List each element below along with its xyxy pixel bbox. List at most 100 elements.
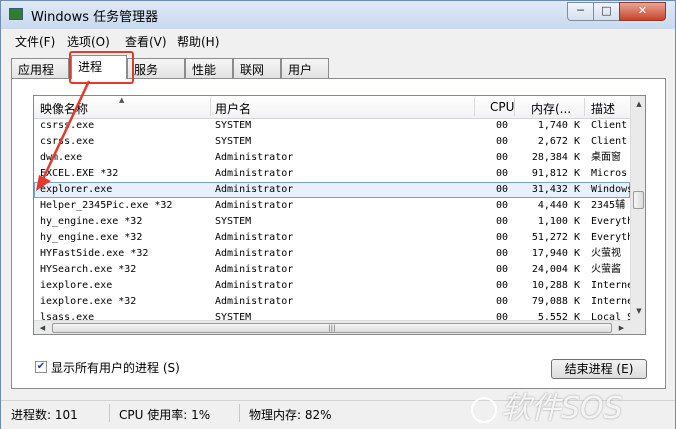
process-description: Interne (591, 280, 630, 291)
vertical-scroll-thumb[interactable] (633, 191, 644, 209)
scroll-down-icon[interactable]: ▼ (632, 304, 645, 319)
process-memory: 79,088 K (531, 296, 580, 307)
process-row[interactable]: hy_engine.exe *32 SYSTEM 00 1,100 K Everyth (34, 214, 630, 230)
process-cpu: 00 (495, 152, 508, 163)
sort-ascending-icon: ▲ (119, 96, 125, 104)
scroll-corner (630, 320, 645, 334)
process-row[interactable]: EXCEL.EXE *32 Administrator 00 91,812 K Micr… (34, 166, 630, 182)
watermark-logo-icon (471, 396, 497, 423)
process-user: Administrator (215, 232, 294, 243)
process-row[interactable]: Helper_2345Pic.exe *32 Administrator 00 4,4… (34, 198, 630, 214)
process-user: SYSTEM (215, 216, 252, 227)
process-description: Windows (591, 184, 630, 195)
show-all-users-label[interactable]: 显示所有用户的进程 (S) (51, 359, 180, 376)
process-row[interactable]: hy_engine.exe *32 Administrator 00 51,272 K… (34, 230, 630, 246)
process-name: iexplore.exe *32 (40, 296, 137, 307)
process-row[interactable]: HYFastSide.exe *32 Administrator 00 17,940 … (34, 246, 630, 262)
column-divider[interactable] (210, 98, 211, 116)
process-user: Administrator (215, 168, 294, 179)
process-cpu: 00 (495, 296, 508, 307)
process-list: ▲ 映像名称 用户名 CPU 内存(... 描述 csrss.exeSYSTEM… (33, 95, 646, 335)
process-user: Administrator (215, 280, 294, 291)
close-button[interactable]: ✕ (619, 2, 666, 21)
task-manager-icon (9, 8, 23, 20)
menu-file[interactable]: 文件(F) (15, 33, 55, 50)
process-cpu: 00 (495, 248, 508, 259)
process-user: SYSTEM (215, 120, 252, 131)
scroll-up-icon[interactable]: ▲ (632, 97, 645, 112)
process-memory: 1,740 K (537, 120, 580, 131)
watermark: 软件SOS (471, 383, 671, 426)
process-name: hy_engine.exe *32 (40, 216, 143, 227)
task-manager-window: Windows 任务管理器 ─ □ ✕ 文件(F) 选项(O) 查看(V) 帮助… (0, 0, 676, 429)
process-description: Everyth (591, 232, 630, 243)
process-cpu: 00 (495, 264, 508, 275)
column-divider[interactable] (514, 98, 515, 116)
maximize-button[interactable]: □ (593, 2, 620, 21)
process-cpu: 00 (495, 232, 508, 243)
column-cpu[interactable]: CPU (490, 100, 514, 114)
process-cpu: 00 (495, 280, 508, 291)
menu-bar: 文件(F) 选项(O) 查看(V) 帮助(H) (1, 29, 675, 51)
end-process-button[interactable]: 结束进程 (E) (551, 359, 647, 379)
scroll-right-icon[interactable]: ▶ (614, 321, 629, 334)
process-cpu: 00 (495, 216, 508, 227)
status-physical-memory: 物理内存: 82% (249, 408, 332, 422)
status-divider (109, 404, 110, 422)
tab-networking[interactable]: 联网 (233, 58, 281, 78)
column-memory[interactable]: 内存(... (531, 100, 571, 117)
status-process-count: 进程数: 101 (11, 408, 78, 422)
window-title: Windows 任务管理器 (31, 10, 159, 25)
scroll-left-icon[interactable]: ◀ (35, 321, 50, 334)
process-row[interactable]: HYSearch.exe *32 Administrator 00 24,004 K 火… (34, 262, 630, 278)
process-row[interactable]: iexplore.exe Administrator 00 10,288 K Inter… (34, 278, 630, 294)
process-name: iexplore.exe (40, 280, 113, 291)
horizontal-scrollbar[interactable]: ◀ ||| ▶ (34, 320, 630, 334)
process-description: Micros (591, 168, 628, 179)
process-name: Helper_2345Pic.exe *32 (40, 200, 173, 211)
process-memory: 91,812 K (531, 168, 580, 179)
process-user: Administrator (215, 248, 294, 259)
process-rows: csrss.exeSYSTEM001,740 KClientcsrss.exeS… (34, 118, 630, 321)
process-user: Administrator (215, 264, 294, 275)
show-all-users-checkbox[interactable]: ✔ (35, 361, 47, 373)
process-row[interactable]: csrss.exeSYSTEM001,740 KClient (34, 118, 630, 134)
process-row[interactable]: iexplore.exe *32 Administrator 00 79,088 K I… (34, 294, 630, 310)
process-memory: 17,940 K (531, 248, 580, 259)
column-divider[interactable] (584, 98, 585, 116)
horizontal-scroll-thumb[interactable]: ||| (52, 323, 612, 333)
process-row[interactable]: dwm.exe Administrator 00 28,384 K 桌面窗 (34, 150, 630, 166)
callout-arrow (36, 80, 91, 191)
process-memory: 2,672 K (537, 136, 580, 147)
tab-applications[interactable]: 应用程序 (11, 58, 69, 94)
title-bar[interactable]: Windows 任务管理器 ─ □ ✕ (1, 1, 675, 29)
menu-view[interactable]: 查看(V) (125, 33, 167, 50)
process-description: 火萤视 (591, 248, 621, 259)
process-description: Client (591, 120, 628, 131)
minimize-button[interactable]: ─ (567, 2, 594, 21)
menu-help[interactable]: 帮助(H) (177, 33, 219, 50)
process-cpu: 00 (495, 184, 508, 195)
process-description: 2345辅 (591, 200, 626, 211)
column-description[interactable]: 描述 (591, 100, 615, 117)
tab-performance[interactable]: 性能 (185, 58, 233, 78)
menu-options[interactable]: 选项(O) (67, 33, 110, 50)
process-memory: 24,004 K (531, 264, 580, 275)
vertical-scrollbar[interactable]: ▲ ▼ (630, 96, 645, 320)
process-name: hy_engine.exe *32 (40, 232, 143, 243)
process-description: Interne (591, 296, 630, 307)
process-user: SYSTEM (215, 136, 252, 147)
tab-services[interactable]: 服务 (127, 58, 185, 78)
process-name: HYFastSide.exe *32 (40, 248, 149, 259)
process-cpu: 00 (495, 120, 508, 131)
process-user: Administrator (215, 296, 294, 307)
process-memory: 31,432 K (531, 184, 580, 195)
process-memory: 1,100 K (537, 216, 580, 227)
process-cpu: 00 (495, 136, 508, 147)
process-row[interactable]: csrss.exe SYSTEM 00 2,672 K Client (34, 134, 630, 150)
process-row-selected[interactable]: explorer.exe Administrator 00 31,432 K Windo… (34, 182, 630, 198)
column-divider[interactable] (474, 98, 475, 116)
column-user-name[interactable]: 用户名 (215, 100, 251, 117)
process-cpu: 00 (495, 200, 508, 211)
tab-users[interactable]: 用户 (281, 58, 329, 78)
